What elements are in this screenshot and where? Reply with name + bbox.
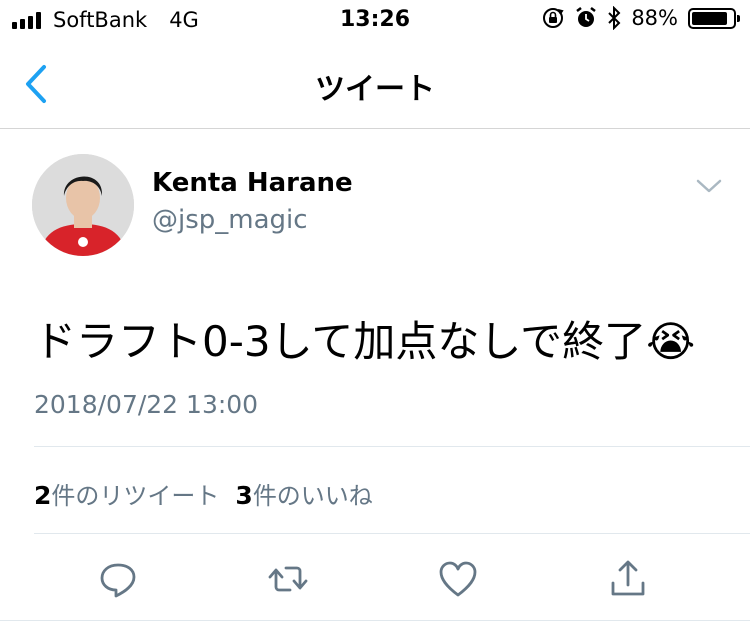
divider	[34, 533, 750, 534]
rotation-lock-icon	[543, 8, 564, 28]
profile-photo	[32, 154, 134, 256]
like-icon[interactable]	[436, 557, 480, 601]
tweet-text: ドラフト0-3して加点なしで終了😭	[34, 308, 695, 369]
avatar[interactable]	[32, 154, 134, 256]
like-count: 3	[235, 481, 253, 510]
crying-face-emoji: 😭	[646, 317, 696, 366]
status-bar: SoftBank 4G 13:26 88%	[0, 0, 750, 40]
user-handle[interactable]: @jsp_magic	[152, 205, 308, 235]
nav-bar: ツイート	[0, 40, 750, 129]
retweet-label: 件のリツイート	[51, 482, 220, 510]
share-icon[interactable]	[606, 557, 650, 601]
page-title: ツイート	[315, 72, 435, 107]
tweet-timestamp: 2018/07/22 13:00	[34, 390, 259, 419]
chevron-down-icon[interactable]	[694, 176, 724, 196]
tweet-body: ドラフト0-3して加点なしで終了	[34, 317, 647, 366]
retweet-icon[interactable]	[266, 557, 310, 601]
display-name[interactable]: Kenta Harane	[152, 168, 353, 198]
like-stat[interactable]: 3件のいいね	[235, 476, 372, 511]
battery-icon	[688, 7, 740, 29]
tweet-stats: 2件のリツイート 3件のいいね	[34, 476, 373, 511]
bluetooth-icon	[608, 6, 621, 30]
divider	[0, 620, 750, 621]
like-label: 件のいいね	[252, 482, 373, 510]
alarm-icon	[576, 7, 597, 27]
reply-icon[interactable]	[96, 557, 140, 601]
retweet-stat[interactable]: 2件のリツイート	[34, 476, 219, 511]
divider	[34, 446, 750, 447]
battery-percent: 88%	[631, 6, 678, 30]
retweet-count: 2	[34, 481, 52, 510]
